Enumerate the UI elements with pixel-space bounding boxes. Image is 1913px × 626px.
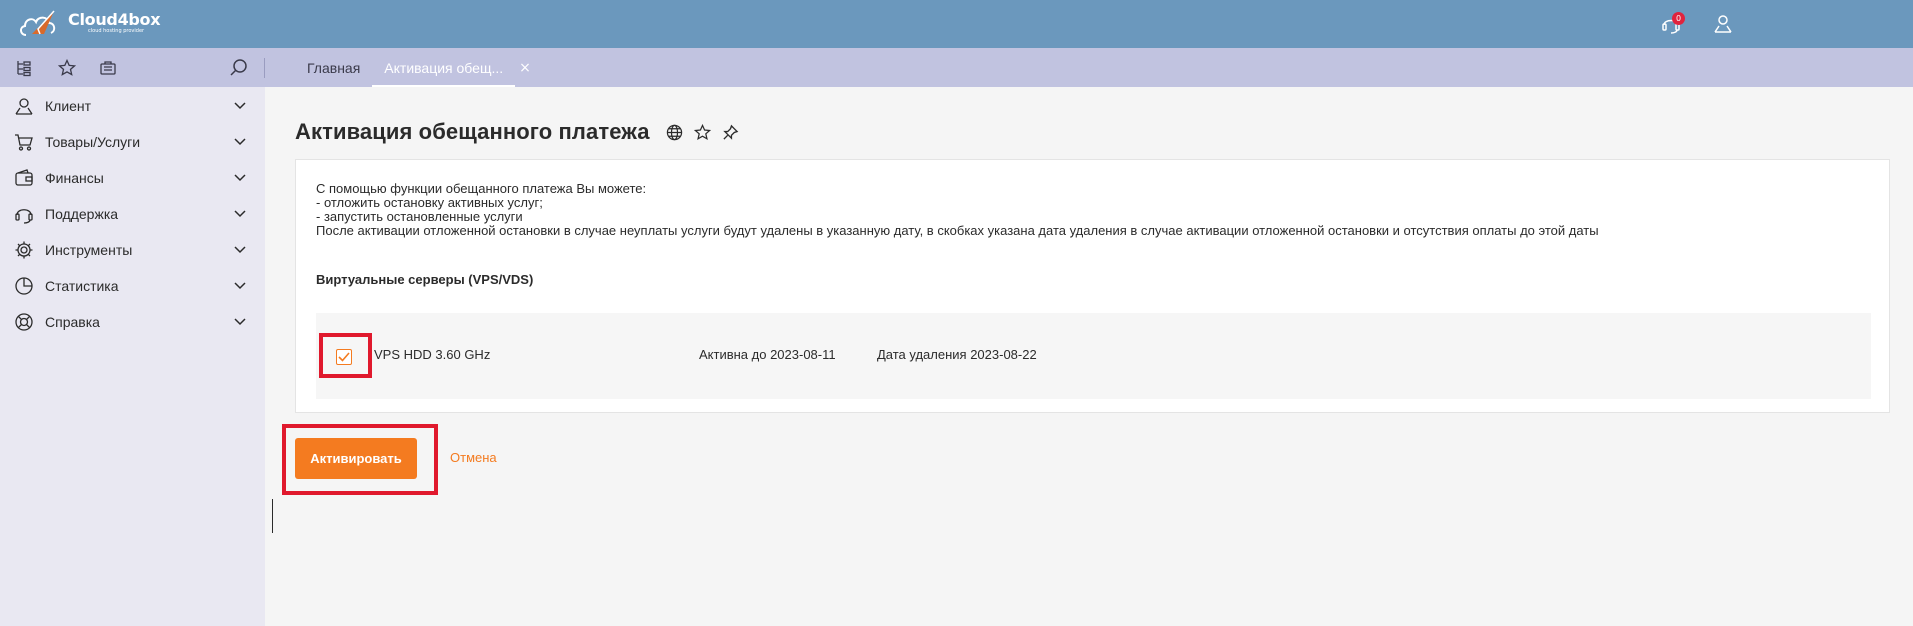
- logo-text: Cloud4box cloud hosting provider: [68, 10, 161, 34]
- wallet-icon: [14, 168, 34, 188]
- service-delete-date: Дата удаления 2023-08-22: [877, 347, 1037, 362]
- page-title-actions: [666, 123, 740, 141]
- activate-button[interactable]: Активировать: [295, 438, 417, 479]
- logo[interactable]: Cloud4box cloud hosting provider: [18, 7, 161, 41]
- chevron-down-icon: [232, 170, 248, 186]
- sidebar-item-label: Клиент: [45, 98, 92, 114]
- pie-chart-icon: [14, 276, 34, 296]
- search-icon[interactable]: [229, 58, 249, 78]
- pin-icon[interactable]: [722, 123, 740, 141]
- section-title: Виртуальные серверы (VPS/VDS): [316, 272, 534, 287]
- sidebar-item-label: Инструменты: [45, 242, 133, 258]
- chevron-down-icon: [232, 314, 248, 330]
- toolbar-quick-actions: [0, 48, 265, 87]
- sidebar-item-label: Товары/Услуги: [45, 134, 141, 150]
- service-active-until: Активна до 2023-08-11: [699, 347, 836, 362]
- cart-icon: [14, 132, 34, 152]
- sidebar: Клиент Товары/Услуги Финансы Поддержка И…: [0, 87, 265, 626]
- cloud-logo-icon: [20, 10, 56, 36]
- sidebar-item-help[interactable]: Справка: [0, 304, 265, 340]
- tab-bar: Главная Активация обещ... ×: [295, 48, 531, 87]
- logo-title: Cloud4box: [68, 10, 161, 29]
- description: С помощью функции обещанного платежа Вы …: [316, 182, 1599, 238]
- description-line: После активации отложенной остановки в с…: [316, 223, 1599, 238]
- sidebar-item-tools[interactable]: Инструменты: [0, 232, 265, 268]
- chevron-down-icon: [232, 278, 248, 294]
- globe-icon[interactable]: [666, 123, 684, 141]
- top-header: Cloud4box cloud hosting provider 0: [0, 0, 1913, 48]
- chevron-down-icon: [232, 134, 248, 150]
- cancel-link[interactable]: Отмена: [450, 450, 497, 465]
- sidebar-item-products[interactable]: Товары/Услуги: [0, 124, 265, 160]
- service-checkbox[interactable]: [336, 349, 352, 365]
- sidebar-item-client[interactable]: Клиент: [0, 88, 265, 124]
- sidebar-item-statistics[interactable]: Статистика: [0, 268, 265, 304]
- lifebuoy-icon: [14, 312, 34, 332]
- sidebar-item-support[interactable]: Поддержка: [0, 196, 265, 232]
- header-actions: 0: [1657, 10, 1737, 38]
- briefcase-icon[interactable]: [98, 58, 118, 78]
- promised-payment-card: С помощью функции обещанного платежа Вы …: [295, 159, 1890, 413]
- chevron-down-icon: [232, 206, 248, 222]
- sidebar-item-label: Статистика: [45, 278, 119, 294]
- service-row: VPS HDD 3.60 GHz Активна до 2023-08-11 Д…: [316, 313, 1871, 399]
- chevron-down-icon: [232, 242, 248, 258]
- sidebar-item-finance[interactable]: Финансы: [0, 160, 265, 196]
- gear-icon: [14, 240, 34, 260]
- sidebar-item-label: Поддержка: [45, 206, 119, 222]
- toolbar-divider: [264, 58, 265, 78]
- page-header: Активация обещанного платежа: [295, 117, 740, 147]
- service-name: VPS HDD 3.60 GHz: [374, 347, 491, 362]
- headset-icon: [14, 204, 34, 224]
- sidebar-item-label: Справка: [45, 314, 100, 330]
- tab-home[interactable]: Главная: [295, 48, 372, 87]
- description-line: С помощью функции обещанного платежа Вы …: [316, 181, 647, 196]
- star-icon[interactable]: [57, 58, 77, 78]
- checkmark-icon: [338, 352, 350, 362]
- main-content: Активация обещанного платежа С помощью ф…: [265, 87, 1913, 626]
- description-line: - отложить остановку активных услуг;: [316, 195, 543, 210]
- star-icon[interactable]: [694, 123, 712, 141]
- tab-promised-payment[interactable]: Активация обещ...: [372, 48, 516, 87]
- page-title: Активация обещанного платежа: [295, 119, 650, 144]
- toolbar: Главная Активация обещ... ×: [0, 48, 1913, 87]
- sidebar-item-label: Финансы: [45, 170, 104, 186]
- user-profile-icon[interactable]: [1709, 10, 1737, 38]
- chevron-down-icon: [232, 98, 248, 114]
- tab-close-icon[interactable]: ×: [519, 48, 531, 87]
- tree-view-icon[interactable]: [14, 58, 34, 78]
- text-cursor: [272, 499, 273, 533]
- client-icon: [14, 96, 34, 116]
- support-chat-icon[interactable]: 0: [1657, 10, 1685, 38]
- description-line: - запустить остановленные услуги: [316, 209, 523, 224]
- notification-badge: 0: [1672, 12, 1685, 25]
